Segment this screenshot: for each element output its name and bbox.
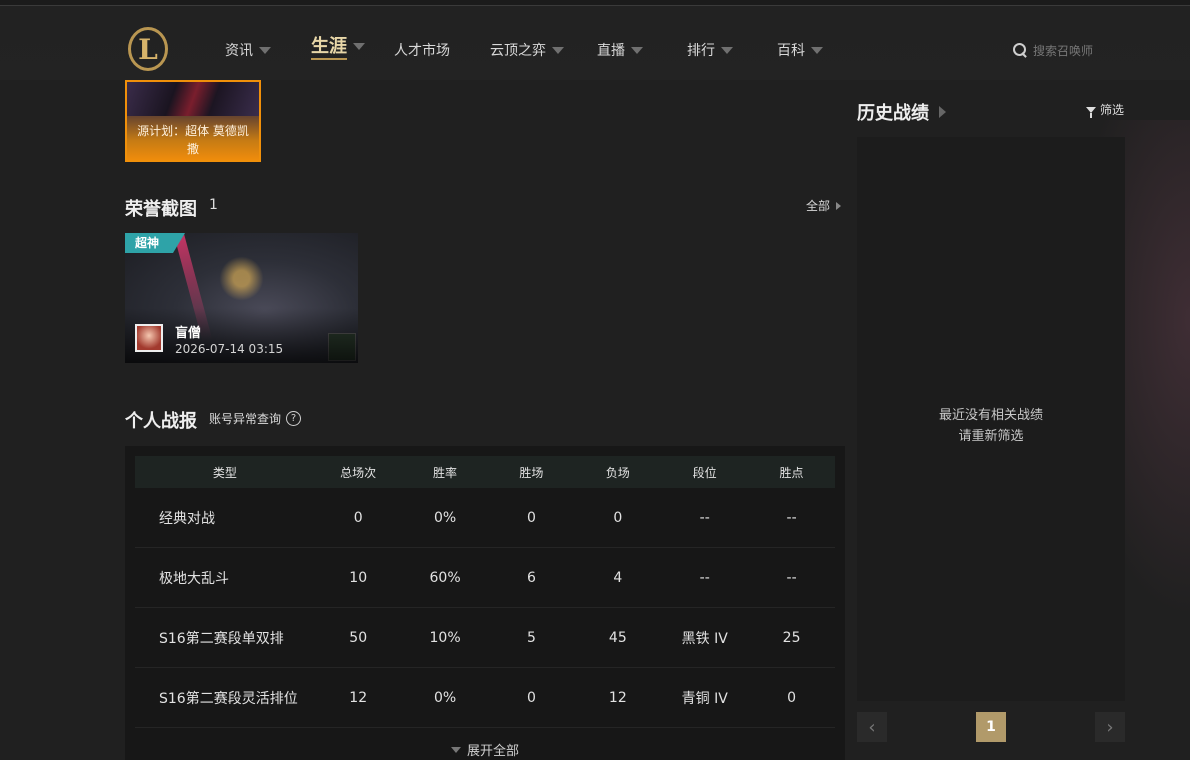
stats-title: 个人战报 <box>125 411 197 432</box>
cell: S16第二赛段单双排 <box>159 630 284 647</box>
top-nav: L 资讯 生涯 人才市场 云顶之弈 直播 排行 百科 搜索召唤师 <box>0 6 1190 80</box>
cell: 10% <box>429 629 461 646</box>
legendary-badge: 超神 <box>125 233 185 253</box>
nav-label: 排行 <box>687 43 715 59</box>
honor-all-link[interactable]: 全部 <box>806 197 842 214</box>
help-icon[interactable]: ? <box>286 411 302 426</box>
cell: 12 <box>608 689 627 706</box>
avatar <box>135 324 163 352</box>
screenshot-time: 2026-07-14 03:15 <box>175 342 284 356</box>
nav-label: 百科 <box>777 43 805 59</box>
cell: 0 <box>353 509 363 526</box>
skin-name: 源计划：超体 莫德凯撒 <box>137 124 249 156</box>
table-row: S16第二赛段单双排 50 10% 5 45 黑铁 IV 25 <box>135 608 835 668</box>
cell: 0 <box>526 509 536 526</box>
chevron-down-icon <box>721 46 733 54</box>
cell: 10 <box>349 569 368 586</box>
prev-page-button[interactable]: ‹ <box>857 712 887 742</box>
cell: 0 <box>613 509 623 526</box>
cell: 极地大乱斗 <box>159 570 229 587</box>
empty-line-1: 最近没有相关战绩 <box>938 408 1043 423</box>
summoner-search[interactable]: 搜索召唤师 <box>1013 42 1093 59</box>
nav-label: 云顶之弈 <box>490 43 546 59</box>
cell: 4 <box>613 569 623 586</box>
cell: 25 <box>782 629 801 646</box>
header-tier: 段位 <box>692 465 717 480</box>
cell: -- <box>699 569 710 586</box>
nav-item-career[interactable]: 生涯 <box>311 36 365 60</box>
nav-item-tft[interactable]: 云顶之弈 <box>490 40 564 60</box>
account-check-link[interactable]: 账号异常查询 ? <box>209 410 302 427</box>
chevron-down-icon <box>631 46 643 54</box>
next-page-button[interactable]: › <box>1095 712 1125 742</box>
table-row: 经典对战 0 0% 0 0 -- -- <box>135 488 835 548</box>
cell: 0% <box>433 689 457 706</box>
header-lp: 胜点 <box>779 465 804 480</box>
lol-logo[interactable]: L <box>128 27 168 71</box>
cell: 60% <box>429 569 461 586</box>
page-number[interactable]: 1 <box>976 712 1006 742</box>
chevron-down-icon <box>552 46 564 54</box>
nav-item-wiki[interactable]: 百科 <box>777 40 823 60</box>
cell: -- <box>699 509 710 526</box>
skin-artwork <box>127 82 259 116</box>
filter-button[interactable]: 筛选 <box>1086 101 1124 118</box>
expand-label: 展开全部 <box>466 744 519 759</box>
table-row: 极地大乱斗 10 60% 6 4 -- -- <box>135 548 835 608</box>
chevron-down-icon <box>259 46 271 54</box>
nav-label: 资讯 <box>225 43 253 59</box>
expand-all-button[interactable]: 展开全部 <box>125 740 845 759</box>
nav-label: 人才市场 <box>394 43 450 59</box>
cell: -- <box>786 509 797 526</box>
cell: -- <box>786 569 797 586</box>
skin-card[interactable]: 源计划：超体 莫德凯撒 <box>125 80 261 162</box>
honor-count: 1 <box>209 197 218 213</box>
all-label: 全部 <box>806 199 831 213</box>
header-total: 总场次 <box>340 465 377 480</box>
cell: S16第二赛段灵活排位 <box>159 690 298 707</box>
chevron-right-icon <box>836 201 842 210</box>
nav-label: 生涯 <box>311 32 347 60</box>
nav-item-live[interactable]: 直播 <box>597 40 643 60</box>
cell: 6 <box>526 569 536 586</box>
chevron-down-icon <box>811 46 823 54</box>
cell: 0 <box>787 689 797 706</box>
empty-message: 最近没有相关战绩 请重新筛选 <box>857 405 1125 447</box>
nav-item-ranking[interactable]: 排行 <box>687 40 733 60</box>
filter-icon <box>1086 106 1096 118</box>
cell: 0 <box>526 689 536 706</box>
account-check-label: 账号异常查询 <box>209 412 282 426</box>
table-row: S16第二赛段灵活排位 12 0% 0 12 青铜 IV 0 <box>135 668 835 728</box>
history-title-link[interactable]: 历史战绩 <box>857 99 946 125</box>
table-header: 类型 总场次 胜率 胜场 负场 段位 胜点 <box>135 456 835 488</box>
cell: 50 <box>349 629 368 646</box>
header-winrate: 胜率 <box>433 465 458 480</box>
cell: 青铜 IV <box>681 690 728 707</box>
cell: 45 <box>608 629 627 646</box>
empty-line-2: 请重新筛选 <box>958 429 1024 444</box>
search-placeholder[interactable]: 搜索召唤师 <box>1033 42 1093 59</box>
chevron-down-icon <box>353 42 365 50</box>
cell: 0% <box>433 509 457 526</box>
chevron-down-icon <box>450 746 461 753</box>
cell: 黑铁 IV <box>681 630 728 647</box>
chevron-right-icon <box>939 106 946 118</box>
header-wins: 胜场 <box>519 465 544 480</box>
nav-label: 直播 <box>597 43 625 59</box>
cell: 12 <box>349 689 368 706</box>
honor-screenshot[interactable]: 超神 盲僧 2026-07-14 03:15 <box>125 233 358 363</box>
nav-item-news[interactable]: 资讯 <box>225 40 271 60</box>
champion-name: 盲僧 <box>175 326 202 341</box>
honor-title: 荣誉截图 <box>125 199 197 220</box>
header-type: 类型 <box>212 465 237 480</box>
header-losses: 负场 <box>605 465 630 480</box>
history-panel: 最近没有相关战绩 请重新筛选 <box>857 137 1125 701</box>
search-icon[interactable] <box>1013 43 1028 58</box>
history-title: 历史战绩 <box>857 103 929 124</box>
stats-table: 类型 总场次 胜率 胜场 负场 段位 胜点 经典对战 0 0% 0 0 -- -… <box>125 446 845 760</box>
cell: 经典对战 <box>159 510 215 527</box>
cell: 5 <box>526 629 536 646</box>
nav-item-talent-market[interactable]: 人才市场 <box>394 40 450 60</box>
filter-label: 筛选 <box>1100 103 1125 117</box>
